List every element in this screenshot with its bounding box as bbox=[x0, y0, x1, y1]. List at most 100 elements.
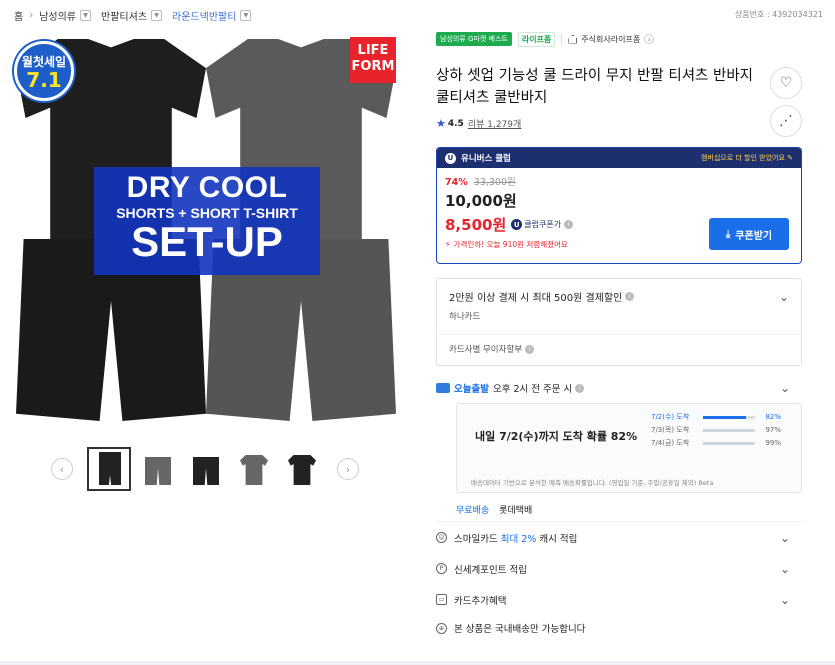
product-info: 남성의류 G마켓 베스트 라이프폼 주식회사라이프폼 › 상하 셋업 기능성 쿨… bbox=[436, 31, 802, 641]
club-coupon-label: 클럽쿠폰가 bbox=[524, 220, 562, 229]
probability-value: 82% bbox=[765, 413, 781, 421]
chevron-right-icon: › bbox=[644, 34, 655, 44]
card-discount-title: 2만원 이상 결제 시 최대 500원 결제할인 bbox=[449, 293, 623, 304]
probability-bar bbox=[703, 428, 755, 432]
discount-line: 74% 33,300원 bbox=[445, 174, 793, 188]
domestic-shipping-row: ⊕ 본 상품은 국내배송만 가능합니다 bbox=[436, 615, 802, 641]
club-more-link[interactable]: 멤버십으로 더 할인 받았어요 ✎ bbox=[701, 153, 793, 163]
benefit-list: ☺ 스마일카드 최대 2% 캐시 적립 ⌄ P 신세계포인트 적립 ⌄ ▭ 카드… bbox=[436, 521, 802, 641]
shinsegae-point-row[interactable]: P 신세계포인트 적립 ⌄ bbox=[436, 553, 802, 584]
banner-line1: DRY COOL bbox=[126, 171, 288, 204]
prev-arrow-icon[interactable]: ‹ bbox=[51, 458, 73, 480]
smile-card-row[interactable]: ☺ 스마일카드 최대 2% 캐시 적립 ⌄ bbox=[436, 522, 802, 553]
info-icon[interactable]: i bbox=[575, 383, 585, 393]
probability-row: 7/2(수) 도착 82% bbox=[651, 413, 781, 421]
brand-logo-line1: LIFE bbox=[357, 43, 389, 58]
probability-date: 7/3(목) 도착 bbox=[651, 426, 690, 434]
sale-badge: 월첫세일 7.1 bbox=[14, 41, 74, 101]
next-arrow-icon[interactable]: › bbox=[337, 458, 359, 480]
thumbnail-strip: ‹ › bbox=[51, 447, 359, 491]
delivery-probability-box: 내일 7/2(수)까지 도착 확률 82% 7/2(수) 도착 82% 7/3(… bbox=[456, 403, 802, 493]
sale-badge-number: 7.1 bbox=[26, 67, 62, 92]
current-price: 10,000원 bbox=[445, 192, 517, 210]
brand-tag[interactable]: 라이프폼 bbox=[517, 31, 556, 47]
heart-icon[interactable]: ♡ bbox=[770, 67, 802, 99]
point-icon: P bbox=[436, 563, 447, 574]
probability-value: 99% bbox=[765, 439, 781, 447]
thumbnail[interactable] bbox=[233, 449, 273, 489]
chevron-down-icon[interactable]: ⌄ bbox=[780, 381, 790, 395]
thumbnail[interactable] bbox=[185, 449, 225, 489]
truck-icon bbox=[436, 383, 450, 393]
discount-percent: 74% bbox=[445, 177, 468, 188]
probability-bar bbox=[703, 415, 755, 419]
thumbnail[interactable] bbox=[281, 449, 321, 489]
store-name: 주식회사라이프폼 bbox=[581, 34, 641, 44]
chevron-down-icon[interactable]: ▼ bbox=[80, 10, 92, 21]
share-icon[interactable]: ⋰ bbox=[770, 105, 802, 137]
globe-icon: ⊕ bbox=[436, 622, 447, 634]
product-code: 상품번호 : 4392034321 bbox=[734, 10, 823, 19]
carrier-label: 롯데택배 bbox=[499, 506, 533, 516]
chevron-down-icon[interactable]: ⌄ bbox=[779, 290, 789, 304]
thumbnail-shirt bbox=[240, 455, 268, 485]
promo-banner: DRY COOL SHORTS + SHORT T-SHIRT SET-UP bbox=[94, 167, 320, 275]
best-badge[interactable]: 남성의류 G마켓 베스트 bbox=[436, 32, 512, 46]
review-link[interactable]: 리뷰 1,279개 bbox=[468, 117, 521, 130]
smile-icon: ☺ bbox=[436, 532, 447, 543]
brand-logo: LIFE FORM bbox=[350, 37, 396, 83]
installment-row[interactable]: 카드사별 무이자할부 i bbox=[437, 335, 801, 363]
info-icon[interactable]: i bbox=[525, 344, 535, 354]
card-extra-row[interactable]: ▭ 카드추가혜택 ⌄ bbox=[436, 584, 802, 615]
card-discount-box: 2만원 이상 결제 시 최대 500원 결제할인 i ⌄ 하나카드 카드사별 무… bbox=[436, 278, 802, 366]
probability-fill bbox=[703, 415, 746, 419]
info-icon[interactable]: i bbox=[564, 220, 574, 229]
star-icon: ★ bbox=[436, 117, 446, 130]
probability-date: 7/4(금) 도착 bbox=[651, 439, 690, 447]
chevron-down-icon[interactable]: ⌄ bbox=[780, 593, 790, 607]
probability-row: 7/3(목) 도착 97% bbox=[651, 426, 781, 434]
delivery-note: 배송데이터 기반으로 분석한 예측 배송확률입니다. (영업일 기준, 주말/공… bbox=[471, 479, 714, 487]
probability-value: 97% bbox=[765, 426, 781, 434]
delivery-header[interactable]: 오늘출발 오후 2시 전 주문 시 i ⌄ bbox=[436, 381, 802, 395]
breadcrumb-subcategory[interactable]: 반팔티셔츠 bbox=[101, 8, 147, 23]
rating: ★ 4.5 리뷰 1,279개 bbox=[436, 117, 802, 130]
rating-score: 4.5 bbox=[447, 118, 464, 129]
get-coupon-button[interactable]: ⤓ 쿠폰받기 bbox=[709, 218, 789, 250]
universe-club-icon: U bbox=[511, 219, 523, 230]
get-coupon-label: 쿠폰받기 bbox=[735, 230, 773, 242]
club-header: U 유니버스 클럽 멤버십으로 더 할인 받았어요 ✎ bbox=[437, 148, 801, 168]
shipping-info: 무료배송 롯데택배 bbox=[456, 503, 802, 516]
banner-line3: SET-UP bbox=[131, 218, 283, 265]
probability-fill bbox=[703, 441, 755, 445]
bottom-strip bbox=[0, 661, 835, 665]
breadcrumb-current[interactable]: 라운드넥반팔티 bbox=[172, 8, 236, 23]
thumbnail[interactable] bbox=[87, 447, 131, 491]
chevron-down-icon[interactable]: ▼ bbox=[151, 10, 163, 21]
info-icon[interactable]: i bbox=[625, 292, 635, 301]
card-discount-row[interactable]: 2만원 이상 결제 시 최대 500원 결제할인 i ⌄ bbox=[437, 279, 801, 305]
brand-logo-line2: FORM bbox=[351, 59, 395, 74]
breadcrumb-category[interactable]: 남성의류 bbox=[39, 8, 76, 23]
probability-date: 7/2(수) 도착 bbox=[651, 413, 690, 421]
probability-rows: 7/2(수) 도착 82% 7/3(목) 도착 97% 7/4(금) 도착 99… bbox=[651, 413, 781, 452]
chevron-down-icon[interactable]: ▼ bbox=[240, 10, 252, 21]
thumbnail-shorts bbox=[145, 457, 171, 485]
store-link[interactable]: 주식회사라이프폼 › bbox=[561, 33, 655, 45]
thumbnail-shorts bbox=[99, 469, 121, 485]
card-issuer: 하나카드 bbox=[449, 312, 481, 322]
delivery-summary: 내일 7/2(수)까지 도착 확률 82% bbox=[475, 430, 638, 443]
product-page: 홈 › 남성의류 ▼ 반팔티셔츠 ▼ 라운드넥반팔티 ▼ 상품번호 : 4392… bbox=[0, 0, 835, 665]
card-extra-label: 카드추가혜택 bbox=[454, 595, 507, 607]
product-main-image[interactable]: 월첫세일 7.1 LIFE FORM DRY COOL SHORTS + SHO… bbox=[10, 31, 400, 431]
universe-club-icon: U bbox=[445, 152, 456, 164]
breadcrumb-home[interactable]: 홈 bbox=[14, 8, 23, 23]
chevron-down-icon[interactable]: ⌄ bbox=[780, 562, 790, 576]
installment-label: 카드사별 무이자할부 bbox=[449, 345, 523, 355]
chevron-down-icon[interactable]: ⌄ bbox=[780, 531, 790, 545]
smile-card-label: 스마일카드 bbox=[454, 533, 498, 545]
lightning-icon: ⚡ bbox=[445, 240, 451, 249]
price-box: U 유니버스 클럽 멤버십으로 더 할인 받았어요 ✎ 74% 33,300원 … bbox=[436, 147, 802, 264]
smile-card-highlight: 최대 2% bbox=[500, 533, 537, 545]
thumbnail[interactable] bbox=[137, 449, 177, 489]
